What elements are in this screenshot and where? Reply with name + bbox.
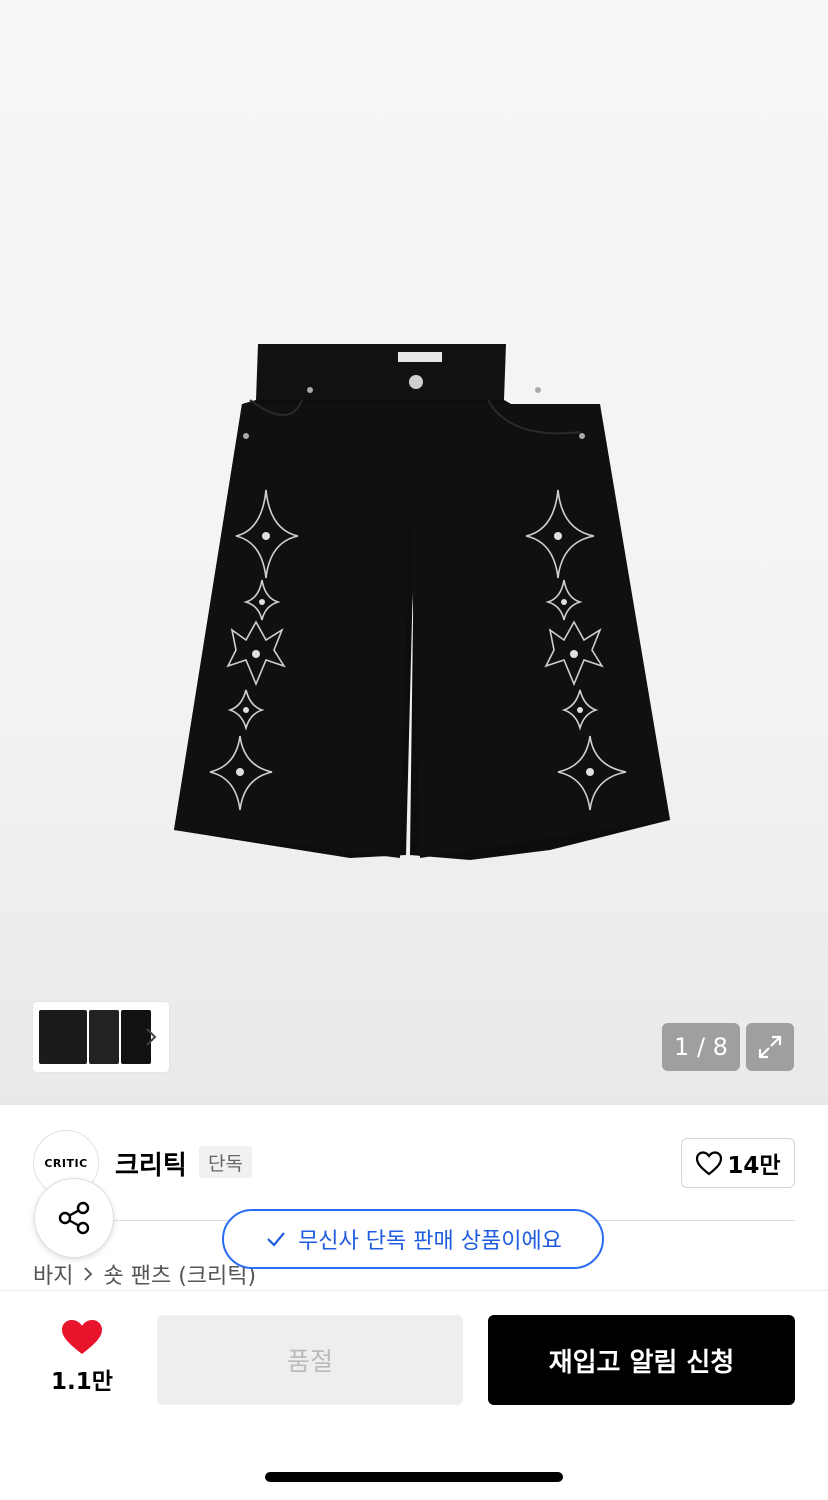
share-button[interactable] (34, 1178, 114, 1258)
chevron-right-icon (84, 1267, 93, 1281)
product-like-count: 1.1만 (51, 1369, 113, 1395)
breadcrumb-category[interactable]: 바지 (33, 1258, 73, 1290)
thumbnail-1[interactable] (39, 1010, 87, 1064)
share-icon (58, 1201, 90, 1235)
brand-like-count: 14만 (727, 1153, 781, 1179)
product-like-button[interactable]: 1.1만 (40, 1318, 124, 1398)
expand-icon (758, 1035, 782, 1059)
exclusive-badge: 단독 (199, 1146, 252, 1178)
product-image-gallery[interactable]: 1 / 8 (0, 0, 828, 1105)
thumbnail-strip[interactable] (33, 1002, 169, 1072)
thumbnail-2[interactable] (89, 1010, 119, 1064)
brand-logo-text: CRITIC (44, 1156, 88, 1170)
toast-text: 무신사 단독 판매 상품이에요 (298, 1229, 562, 1254)
home-indicator (265, 1472, 563, 1482)
exclusive-toast: 무신사 단독 판매 상품이에요 (222, 1209, 604, 1269)
chevron-right-icon[interactable] (141, 1024, 161, 1050)
heart-outline-icon (696, 1151, 723, 1176)
expand-button[interactable] (746, 1023, 794, 1071)
heart-filled-icon (62, 1320, 102, 1354)
brand-name[interactable]: 크리틱 (115, 1145, 187, 1182)
restock-alert-button[interactable]: 재입고 알림 신청 (488, 1315, 795, 1405)
product-image (174, 344, 670, 860)
bottom-bar-divider (0, 1290, 828, 1291)
image-counter: 1 / 8 (662, 1023, 740, 1071)
breadcrumb: 바지 숏 팬츠 (크리틱) (33, 1258, 256, 1290)
check-icon (267, 1232, 285, 1247)
brand-like-button[interactable]: 14만 (681, 1138, 795, 1188)
soldout-button[interactable]: 품절 (157, 1315, 463, 1405)
